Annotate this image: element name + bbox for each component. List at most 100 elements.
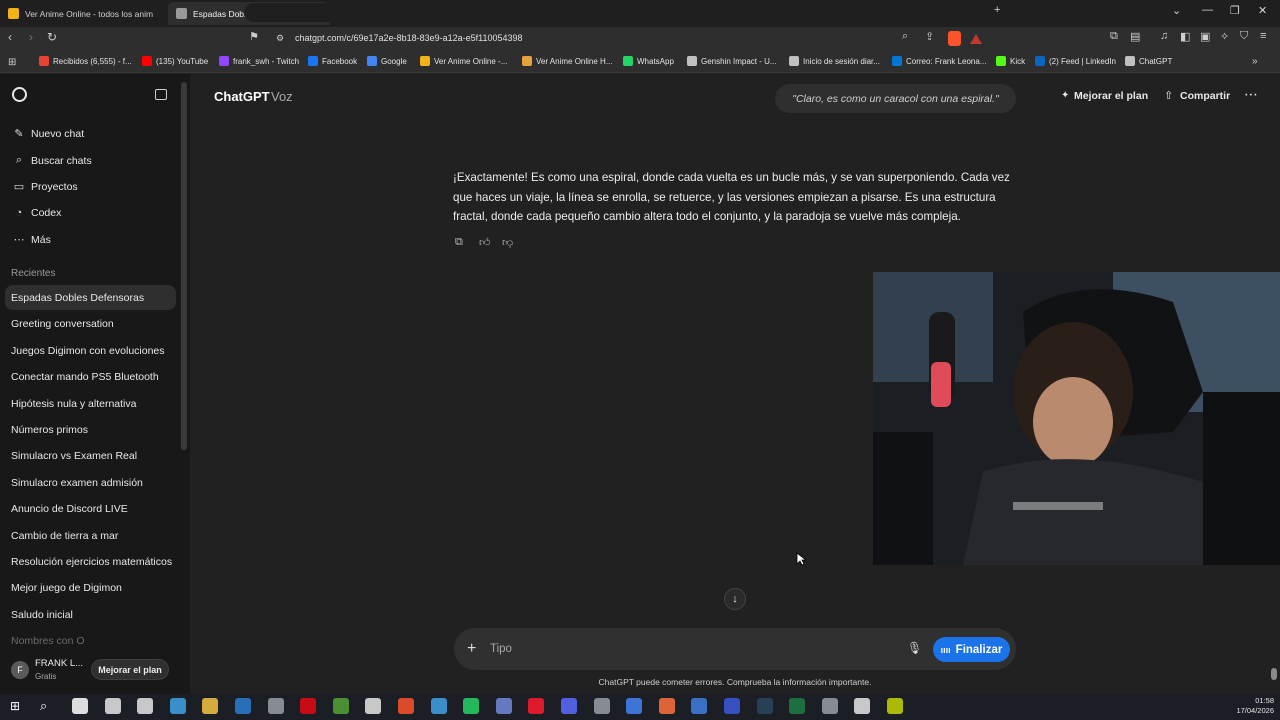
recent-chat-item[interactable]: Anuncio de Discord LIVE [11,503,128,515]
taskbar-app-icon[interactable] [267,698,284,714]
taskbar-app-icon[interactable] [626,698,643,714]
recent-chat-item[interactable]: Números primos [11,424,88,436]
copy-icon[interactable]: ⧉ [455,236,463,249]
taskbar-app-icon[interactable] [691,698,708,714]
address-bar[interactable] [244,3,992,22]
taskbar-app-icon[interactable] [821,698,838,714]
wallet-icon[interactable]: ▣ [1200,30,1210,43]
thumbs-down-icon[interactable]: 👎︎ [502,236,513,249]
bookmark-item[interactable]: Facebook [308,56,357,66]
recent-chat-item[interactable]: Nombres con O [11,635,85,647]
close-sidebar-icon[interactable] [155,89,167,100]
taskbar-app-icon[interactable] [169,698,186,714]
reading-list-icon[interactable]: ▤ [1130,30,1140,43]
system-clock[interactable]: 01:58 17/04/2026 [1236,696,1274,716]
media-icon[interactable]: ♫ [1160,30,1168,42]
recent-chat-item[interactable]: Conectar mando PS5 Bluetooth [11,371,159,383]
openai-logo-icon[interactable] [12,87,27,102]
taskbar-search-icon[interactable]: ⌕ [40,698,47,714]
taskbar-app-icon[interactable] [202,698,219,714]
taskbar-app-icon[interactable] [398,698,414,714]
microphone-icon[interactable]: 🎙︎ [907,641,922,655]
minimize-icon[interactable]: — [1202,4,1213,16]
bookmark-icon[interactable]: ⚑ [249,30,259,43]
taskbar-app-icon[interactable] [300,698,317,714]
vpn-icon[interactable]: ⛉ [1240,30,1248,43]
recent-chat-item[interactable]: Resolución ejercicios matemáticos [11,556,172,568]
bookmark-item[interactable]: frank_swh - Twitch [219,56,299,66]
prompt-input[interactable] [490,641,880,657]
bookmark-item[interactable]: (135) YouTube [142,56,208,66]
zoom-icon[interactable]: ⌕ [902,30,908,43]
bookmark-item[interactable]: Inicio de sesión diar... [789,56,880,66]
share-button[interactable]: Compartir [1180,90,1230,102]
taskbar-app-icon[interactable] [463,698,480,714]
windows-start-icon[interactable]: ⊞ [10,699,20,713]
thumbs-up-icon[interactable]: 👍︎ [479,236,491,249]
menu-icon[interactable]: ≡ [1260,30,1266,42]
recent-chat-item[interactable]: Greeting conversation [11,318,114,330]
taskbar-app-icon[interactable] [593,698,610,714]
mode-label[interactable]: Voz [271,89,293,104]
taskbar-app-icon[interactable] [235,698,251,714]
recent-chat-item[interactable]: Simulacro vs Examen Real [11,450,137,462]
maximize-icon[interactable]: ❐ [1230,4,1240,17]
more-options-icon[interactable]: ⋯ [1244,86,1258,103]
new-tab-button[interactable]: + [994,4,1000,16]
sidebar-toggle-icon[interactable]: ◧ [1180,30,1190,43]
taskbar-app-icon[interactable] [72,698,88,714]
recent-chat-item[interactable]: Juegos Digimon con evoluciones [11,345,165,357]
bookmark-item[interactable]: Correo: Frank Leona... [892,56,986,66]
share-icon[interactable]: ⇧ [1164,89,1173,102]
attach-plus-icon[interactable]: + [467,640,476,658]
site-info-icon[interactable]: ⚙ [276,33,284,44]
taskbar-app-icon[interactable] [495,698,512,714]
reload-icon[interactable]: ↻ [47,30,57,44]
close-window-icon[interactable]: ✕ [1258,4,1267,17]
sidebar-item-codex[interactable]: ◔ Codex [12,207,62,219]
taskbar-app-icon[interactable] [528,698,545,714]
header-upgrade-button[interactable]: Mejorar el plan [1074,90,1148,102]
bookmark-item[interactable]: (2) Feed | LinkedIn [1035,56,1116,66]
taskbar-app-icon[interactable] [430,698,447,714]
bookmark-item[interactable]: Ver Anime Online H... [522,56,612,66]
leo-icon[interactable]: ✧ [1220,30,1229,43]
sidebar-item-más[interactable]: ⋯ Más [12,233,51,247]
taskbar-app-icon[interactable] [789,698,806,714]
sidebar-scrollbar[interactable] [181,82,187,450]
taskbar-app-icon[interactable] [724,698,740,714]
sidebar-item-proyectos[interactable]: ▭ Proyectos [12,180,78,194]
taskbar-app-icon[interactable] [365,698,382,714]
taskbar-app-icon[interactable] [756,698,773,714]
bookmark-item[interactable]: Ver Anime Online -... [420,56,507,66]
finish-voice-button[interactable]: ıııı Finalizar [933,637,1010,662]
url-text[interactable]: chatgpt.com/c/69e17a2e-8b18-83e9-a12a-e5… [295,33,523,43]
brave-rewards-icon[interactable] [970,34,982,44]
recent-chat-item[interactable]: Hipótesis nula y alternativa [11,398,136,410]
bookmark-item[interactable]: Recibidos (6,555) - f... [39,56,132,66]
taskbar-app-icon[interactable] [332,698,349,714]
recent-chat-item[interactable]: Cambio de tierra a mar [11,530,118,542]
bookmark-item[interactable]: Genshin Impact - U... [687,56,777,66]
forward-icon[interactable]: › [29,30,33,44]
main-scrollbar[interactable] [1271,668,1277,680]
bookmark-item[interactable]: Kick [996,56,1025,66]
bookmark-item[interactable]: ChatGPT [1125,56,1172,66]
apps-grid-icon[interactable]: ⊞ [8,57,16,68]
taskbar-app-icon[interactable] [104,698,121,714]
back-icon[interactable]: ‹ [8,30,12,44]
bookmark-item[interactable]: WhatsApp [623,56,674,66]
sidebar-item-nuevo-chat[interactable]: ✎ Nuevo chat [12,127,84,141]
taskbar-app-icon[interactable] [561,698,577,714]
share-page-icon[interactable]: ⇪ [925,30,934,43]
model-selector[interactable]: ChatGPT [214,89,270,104]
sparkle-icon[interactable]: ✦ [1061,90,1069,101]
sidebar-item-buscar-chats[interactable]: ⌕ Buscar chats [12,154,92,167]
bookmark-item[interactable]: Google [367,56,407,66]
taskbar-app-icon[interactable] [854,698,871,714]
user-name[interactable]: FRANK L... [35,658,83,669]
taskbar-app-icon[interactable] [887,698,903,714]
recent-chat-item[interactable]: Espadas Dobles Defensoras [11,292,144,304]
recent-chat-item[interactable]: Saludo inicial [11,609,73,621]
tab-search-icon[interactable]: ⌄ [1172,4,1181,17]
